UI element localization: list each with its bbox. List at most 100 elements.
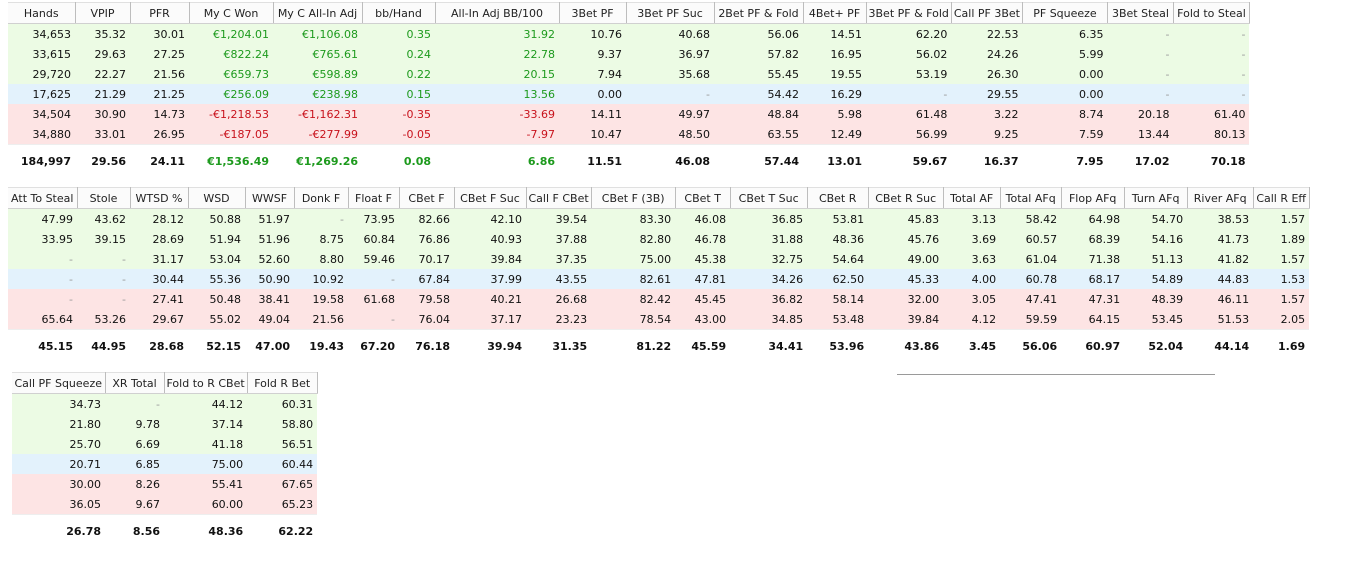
column-header-call-r-eff[interactable]: Call R Eff bbox=[1253, 187, 1310, 209]
table-row[interactable]: 21.80 9.78 37.14 58.80 bbox=[12, 414, 318, 434]
table-row[interactable]: 34.73-44.12 60.31 bbox=[12, 393, 318, 414]
table-cell: - bbox=[1107, 84, 1174, 104]
column-header-cbet-t[interactable]: CBet T bbox=[675, 187, 731, 209]
column-header-cbet-f-3b[interactable]: CBet F (3B) bbox=[591, 187, 676, 209]
column-header-vpip[interactable]: VPIP bbox=[75, 2, 131, 24]
table-row[interactable]: 34,880 33.01 26.95 -€187.05 -€277.99 -0.05 -7.… bbox=[8, 124, 1250, 145]
column-header-pfr[interactable]: PFR bbox=[130, 2, 190, 24]
column-header-2bet-pf-fold[interactable]: 2Bet PF & Fold bbox=[714, 2, 804, 24]
table-cell: 49.97 bbox=[626, 104, 714, 124]
column-header-3bet-pf[interactable]: 3Bet PF bbox=[559, 2, 627, 24]
table-cell: 8.74 bbox=[1022, 104, 1108, 124]
column-header-cbet-r[interactable]: CBet R bbox=[807, 187, 869, 209]
table-row[interactable]: 36.05 9.67 60.00 65.23 bbox=[12, 494, 318, 515]
column-header-total-af[interactable]: Total AF bbox=[943, 187, 1001, 209]
table-cell: 36.82 bbox=[730, 289, 808, 309]
table-row[interactable]: 25.70 6.69 41.18 56.51 bbox=[12, 434, 318, 454]
column-header-float-f[interactable]: Float F bbox=[348, 187, 400, 209]
table-cell: - bbox=[77, 249, 130, 269]
table-cell: - bbox=[1107, 23, 1174, 44]
table-cell: 50.90 bbox=[245, 269, 294, 289]
column-header-my-c-won[interactable]: My C Won bbox=[189, 2, 274, 24]
table-row[interactable]: - -30.44 55.36 50.90 10.92-67.84 37.99 43.55 82… bbox=[8, 269, 1310, 289]
column-header-cbet-t-suc[interactable]: CBet T Suc bbox=[730, 187, 808, 209]
table-cell: - bbox=[8, 249, 77, 269]
column-header-donk-f[interactable]: Donk F bbox=[294, 187, 349, 209]
table-cell: 10.92 bbox=[294, 269, 348, 289]
table-cell: 54.70 bbox=[1124, 208, 1188, 229]
column-header-my-c-all-in-adj[interactable]: My C All-In Adj bbox=[273, 2, 363, 24]
table-row[interactable]: - -27.41 50.48 38.41 19.58 61.68 79.58 40.21 26.… bbox=[8, 289, 1310, 309]
table-cell: 21.80 bbox=[12, 414, 105, 434]
table-row[interactable]: 33,615 29.63 27.25 €822.24 €765.61 0.24 22.78 9… bbox=[8, 44, 1250, 64]
table-cell: 36.05 bbox=[12, 494, 105, 515]
total-cell: 28.68 bbox=[130, 336, 188, 356]
column-header-flop-afq[interactable]: Flop AFq bbox=[1061, 187, 1125, 209]
header-row: Hands VPIP PFR My C Won My C All-In Adj bb/Ha… bbox=[8, 2, 1250, 24]
column-header-fold-to-steal[interactable]: Fold to Steal bbox=[1173, 2, 1250, 24]
column-header-3bet-pf-fold[interactable]: 3Bet PF & Fold bbox=[866, 2, 952, 24]
column-header-total-afq[interactable]: Total AFq bbox=[1000, 187, 1062, 209]
column-header-pf-squeeze[interactable]: PF Squeeze bbox=[1022, 2, 1108, 24]
column-header-wtsd[interactable]: WTSD % bbox=[130, 187, 189, 209]
table-cell: 62.20 bbox=[866, 23, 952, 44]
table-cell: 34,504 bbox=[8, 104, 75, 124]
total-cell: 81.22 bbox=[591, 336, 676, 356]
column-header-river-afq[interactable]: River AFq bbox=[1187, 187, 1254, 209]
table-cell: 45.83 bbox=[868, 208, 944, 229]
table-row[interactable]: 33.95 39.15 28.69 51.94 51.96 8.75 60.84 76.86 4… bbox=[8, 229, 1310, 249]
table-cell: 45.38 bbox=[675, 249, 731, 269]
table-cell: -€1,162.31 bbox=[273, 104, 362, 124]
table-cell: 47.41 bbox=[1000, 289, 1062, 309]
total-cell: 184,997 bbox=[8, 151, 75, 171]
table-row[interactable]: 34,653 35.32 30.01 €1,204.01 €1,106.08 0.35 31… bbox=[8, 23, 1250, 44]
table-row[interactable]: 34,504 30.90 14.73 -€1,218.53 -€1,162.31 -0.3… bbox=[8, 104, 1250, 124]
total-cell: 11.51 bbox=[559, 151, 626, 171]
table-cell: - bbox=[1173, 23, 1250, 44]
column-header-4bet-pf[interactable]: 4Bet+ PF bbox=[803, 2, 867, 24]
table-row[interactable]: 65.64 53.26 29.67 55.02 49.04 21.56-76.04 37.1… bbox=[8, 309, 1310, 330]
total-cell: 44.95 bbox=[77, 336, 130, 356]
column-header-xr-total[interactable]: XR Total bbox=[105, 372, 165, 394]
total-cell: 26.78 bbox=[12, 521, 105, 541]
column-header-3bet-steal[interactable]: 3Bet Steal bbox=[1107, 2, 1174, 24]
table-cell: 51.96 bbox=[245, 229, 294, 249]
table-cell: 47.99 bbox=[8, 208, 77, 229]
table-cell: 22.78 bbox=[435, 44, 559, 64]
column-header-cbet-r-suc[interactable]: CBet R Suc bbox=[868, 187, 944, 209]
column-header-att-to-steal[interactable]: Att To Steal bbox=[8, 187, 78, 209]
table-cell: 34.73 bbox=[12, 393, 105, 414]
column-header-call-pf-squeeze[interactable]: Call PF Squeeze bbox=[12, 372, 106, 394]
table-cell: - bbox=[1173, 84, 1250, 104]
column-header-call-f-cbet[interactable]: Call F CBet bbox=[526, 187, 592, 209]
table-cell: 35.32 bbox=[75, 23, 130, 44]
column-header-stole[interactable]: Stole bbox=[77, 187, 131, 209]
column-header-fold-r-bet[interactable]: Fold R Bet bbox=[247, 372, 318, 394]
table-cell: 82.61 bbox=[591, 269, 676, 289]
table-row[interactable]: - -31.17 53.04 52.60 8.80 59.46 70.17 39.84 37.3… bbox=[8, 249, 1310, 269]
column-header-bb-hand[interactable]: bb/Hand bbox=[362, 2, 436, 24]
column-header-cbet-f-suc[interactable]: CBet F Suc bbox=[454, 187, 527, 209]
column-header-3bet-pf-suc[interactable]: 3Bet PF Suc bbox=[626, 2, 715, 24]
column-header-fold-to-r-cbet[interactable]: Fold to R CBet bbox=[164, 372, 248, 394]
table-cell: 83.30 bbox=[591, 208, 676, 229]
table-row[interactable]: 20.71 6.85 75.00 60.44 bbox=[12, 454, 318, 474]
table-cell: 48.36 bbox=[807, 229, 869, 249]
column-header-cbet-f[interactable]: CBet F bbox=[399, 187, 455, 209]
table-row[interactable]: 17,625 21.29 21.25 €256.09 €238.98 0.15 13.56 0… bbox=[8, 84, 1250, 104]
table-cell: 1.57 bbox=[1253, 289, 1310, 309]
column-header-call-pf-3bet[interactable]: Call PF 3Bet bbox=[951, 2, 1023, 24]
table-cell: 78.54 bbox=[591, 309, 676, 330]
table-cell: 60.44 bbox=[247, 454, 318, 474]
table-row[interactable]: 47.99 43.62 28.12 50.88 51.97-73.95 82.66 42.1… bbox=[8, 208, 1310, 229]
column-header-turn-afq[interactable]: Turn AFq bbox=[1124, 187, 1188, 209]
column-header-hands[interactable]: Hands bbox=[8, 2, 76, 24]
table-cell: 41.82 bbox=[1187, 249, 1254, 269]
table-row[interactable]: 29,720 22.27 21.56 €659.73 €598.89 0.22 20.15 7… bbox=[8, 64, 1250, 84]
table-row[interactable]: 30.00 8.26 55.41 67.65 bbox=[12, 474, 318, 494]
column-header-all-in-adj-bb-100[interactable]: All-In Adj BB/100 bbox=[435, 2, 560, 24]
column-header-wwsf[interactable]: WWSF bbox=[245, 187, 295, 209]
table-cell: - bbox=[348, 269, 399, 289]
column-header-wsd[interactable]: WSD bbox=[188, 187, 246, 209]
table-cell: 54.64 bbox=[807, 249, 869, 269]
